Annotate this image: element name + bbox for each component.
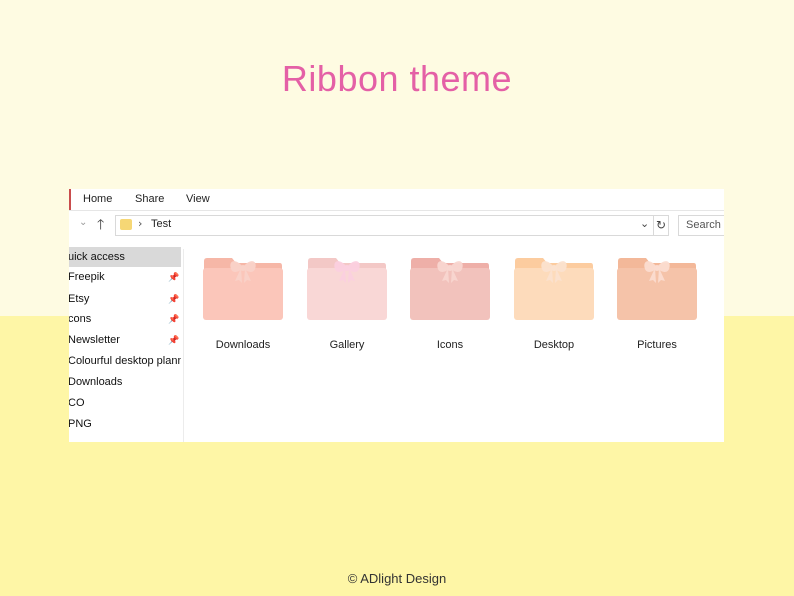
footer-credit: © ADlight Design <box>347 571 447 586</box>
folder-icon <box>120 219 132 230</box>
address-dropdown-chevron-icon[interactable]: ⌄ <box>640 217 649 230</box>
ribbon-folder-icon <box>617 258 697 320</box>
ribbon-folder-icon <box>514 258 594 320</box>
pin-icon[interactable]: 📌 <box>168 309 179 329</box>
sidebar-item-label: Newsletter <box>69 334 120 346</box>
sidebar-item[interactable]: Etsy 📌 <box>69 289 181 309</box>
sidebar-item-label: cons <box>69 313 92 325</box>
ribbon-accent <box>69 189 71 210</box>
folder-item[interactable]: Downloads <box>197 255 289 353</box>
folder-label: Gallery <box>329 339 365 351</box>
sidebar-item[interactable]: Colourful desktop plann <box>69 351 181 371</box>
ribbon-folder-icon <box>410 258 490 320</box>
file-explorer-window: Home Share View ⌄ 🡑 › Test ⌄ ↻ Search T … <box>69 189 724 442</box>
folder-label: Pictures <box>637 339 677 351</box>
sidebar-item-label: PNG <box>69 418 92 430</box>
sidebar-item[interactable]: PNG <box>69 414 181 434</box>
ribbon-tab-bar: Home Share View <box>69 189 724 211</box>
sidebar-item[interactable]: uick access <box>69 247 181 267</box>
address-row: ⌄ 🡑 › Test ⌄ ↻ Search T <box>69 211 724 239</box>
sidebar-item-label: Etsy <box>69 293 90 305</box>
folder-label: Downloads <box>215 339 271 351</box>
sidebar-item[interactable]: cons 📌 <box>69 309 181 329</box>
sidebar-item-label: Downloads <box>69 376 123 388</box>
sidebar-item[interactable]: Downloads <box>69 372 181 392</box>
sidebar-item-label: CO <box>69 397 85 409</box>
tab-view[interactable]: View <box>186 193 210 205</box>
folder-content-pane: Downloads Gallery Icons Desktop Pictures <box>184 249 724 442</box>
sidebar-item[interactable]: Newsletter 📌 <box>69 330 181 350</box>
folder-item[interactable]: Gallery <box>301 255 393 353</box>
search-input[interactable]: Search T <box>678 215 724 236</box>
folder-item[interactable]: Pictures <box>611 255 703 353</box>
folder-label: Desktop <box>533 339 575 351</box>
page-title: Ribbon theme <box>281 58 513 99</box>
up-arrow-icon[interactable]: 🡑 <box>97 214 104 238</box>
sidebar-item[interactable]: Freepik 📌 <box>69 267 181 287</box>
tab-share[interactable]: Share <box>135 193 164 205</box>
address-bar[interactable]: › Test ⌄ <box>115 215 654 236</box>
breadcrumb-separator-icon: › <box>138 217 143 230</box>
sidebar-item-label: uick access <box>69 251 125 263</box>
navigation-pane: uick access Freepik 📌 Etsy 📌 cons 📌 Newsletter 📌… <box>69 247 184 442</box>
folder-item[interactable]: Icons <box>404 255 496 353</box>
ribbon-folder-icon <box>307 258 387 320</box>
refresh-icon[interactable]: ↻ <box>654 215 669 236</box>
folder-item[interactable]: Desktop <box>508 255 600 353</box>
sidebar-item[interactable]: CO <box>69 393 181 413</box>
breadcrumb-test[interactable]: Test <box>151 218 171 230</box>
pin-icon[interactable]: 📌 <box>168 267 179 287</box>
sidebar-item-label: Freepik <box>69 271 105 283</box>
ribbon-folder-icon <box>203 258 283 320</box>
pin-icon[interactable]: 📌 <box>168 330 179 350</box>
folder-label: Icons <box>436 339 464 351</box>
sidebar-item-label: Colourful desktop plann <box>69 355 181 367</box>
pin-icon[interactable]: 📌 <box>168 289 179 309</box>
recent-locations-chevron-icon[interactable]: ⌄ <box>79 217 87 228</box>
tab-home[interactable]: Home <box>83 193 112 205</box>
